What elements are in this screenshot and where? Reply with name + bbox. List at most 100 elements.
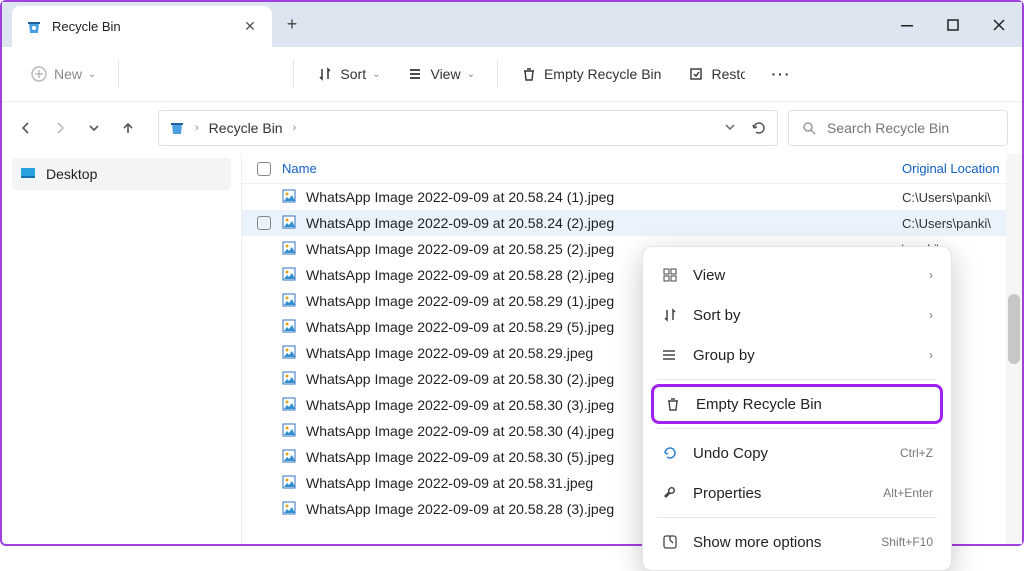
refresh-icon[interactable] <box>751 120 767 136</box>
image-file-icon <box>282 475 298 491</box>
sidebar-item-desktop[interactable]: Desktop <box>12 158 231 190</box>
breadcrumb[interactable]: › Recycle Bin › <box>158 110 778 146</box>
image-file-icon <box>282 449 298 465</box>
image-file-icon <box>282 371 298 387</box>
restore-button[interactable]: Restore <box>677 59 755 89</box>
ctx-group[interactable]: Group by › <box>651 335 943 375</box>
separator <box>293 60 294 88</box>
ctx-view[interactable]: View › <box>651 255 943 295</box>
sidebar: Desktop <box>2 154 242 544</box>
share-icon[interactable] <box>235 65 255 83</box>
view-button[interactable]: View ⌄ <box>396 59 484 89</box>
file-row[interactable]: WhatsApp Image 2022-09-09 at 20.58.24 (1… <box>242 184 1022 210</box>
ctx-properties[interactable]: Properties Alt+Enter <box>651 473 943 513</box>
toolbar: New ⌄ Sort ⌄ View ⌄ Empty Recycle Bin Re… <box>2 47 1022 102</box>
separator <box>657 428 937 429</box>
empty-recycle-bin-button[interactable]: Empty Recycle Bin <box>510 59 671 89</box>
image-file-icon <box>282 423 298 439</box>
column-header: Name Original Location <box>242 154 1022 184</box>
history-dropdown-icon[interactable] <box>723 120 737 136</box>
file-name: WhatsApp Image 2022-09-09 at 20.58.24 (1… <box>306 189 614 205</box>
more-options-icon <box>661 533 679 551</box>
paste-icon[interactable] <box>183 65 203 83</box>
plus-circle-icon <box>30 65 48 83</box>
cut-icon[interactable] <box>131 65 151 83</box>
close-window-button[interactable] <box>976 2 1022 47</box>
restore-label: Restore <box>711 66 745 82</box>
more-button[interactable]: ··· <box>761 60 801 88</box>
window-tab[interactable]: Recycle Bin ✕ <box>12 6 272 47</box>
ctx-undo[interactable]: Undo Copy Ctrl+Z <box>651 433 943 473</box>
forward-button[interactable] <box>50 118 70 138</box>
ctx-properties-shortcut: Alt+Enter <box>883 486 933 500</box>
rename-icon[interactable] <box>209 65 229 83</box>
file-name: WhatsApp Image 2022-09-09 at 20.58.31.jp… <box>306 475 593 491</box>
file-original-location: C:\Users\panki\ <box>902 216 1022 231</box>
up-button[interactable] <box>118 118 138 138</box>
ctx-more-shortcut: Shift+F10 <box>881 535 933 549</box>
image-file-icon <box>282 345 298 361</box>
file-name: WhatsApp Image 2022-09-09 at 20.58.29.jp… <box>306 345 593 361</box>
breadcrumb-segment[interactable]: Recycle Bin <box>209 120 283 136</box>
close-tab-icon[interactable]: ✕ <box>242 19 258 35</box>
column-name[interactable]: Name <box>276 161 902 176</box>
ctx-undo-shortcut: Ctrl+Z <box>900 446 933 460</box>
view-list-icon <box>406 65 424 83</box>
window-controls <box>884 2 1022 47</box>
ctx-empty-recycle-bin[interactable]: Empty Recycle Bin <box>651 384 943 424</box>
minimize-button[interactable] <box>884 2 930 47</box>
back-button[interactable] <box>16 118 36 138</box>
file-name: WhatsApp Image 2022-09-09 at 20.58.29 (1… <box>306 293 614 309</box>
file-name: WhatsApp Image 2022-09-09 at 20.58.28 (3… <box>306 501 614 517</box>
recent-button[interactable] <box>84 118 104 138</box>
ctx-more-label: Show more options <box>693 534 821 551</box>
image-file-icon <box>282 189 298 205</box>
chevron-down-icon: ⌄ <box>467 69 475 80</box>
address-bar-row: › Recycle Bin › <box>2 102 1022 154</box>
image-file-icon <box>282 319 298 335</box>
file-row[interactable]: WhatsApp Image 2022-09-09 at 20.58.24 (2… <box>242 210 1022 236</box>
sidebar-item-label: Desktop <box>46 166 97 182</box>
empty-label: Empty Recycle Bin <box>544 66 661 82</box>
sort-button[interactable]: Sort ⌄ <box>306 59 390 89</box>
recycle-bin-icon <box>169 120 185 136</box>
scrollbar-thumb[interactable] <box>1008 294 1020 364</box>
ctx-properties-label: Properties <box>693 485 761 502</box>
ctx-view-label: View <box>693 267 725 284</box>
scrollbar[interactable] <box>1006 154 1022 544</box>
chevron-right-icon: › <box>929 268 933 282</box>
new-button[interactable]: New ⌄ <box>20 59 106 89</box>
file-name: WhatsApp Image 2022-09-09 at 20.58.25 (2… <box>306 241 614 257</box>
maximize-button[interactable] <box>930 2 976 47</box>
separator <box>118 60 119 88</box>
ctx-group-label: Group by <box>693 347 755 364</box>
chevron-right-icon: › <box>293 122 297 134</box>
row-checkbox[interactable] <box>252 216 276 230</box>
image-file-icon <box>282 215 298 231</box>
column-original-location[interactable]: Original Location <box>902 161 1022 176</box>
image-file-icon <box>282 501 298 517</box>
file-name: WhatsApp Image 2022-09-09 at 20.58.29 (5… <box>306 319 614 335</box>
chevron-right-icon: › <box>195 122 199 134</box>
view-label: View <box>430 66 460 82</box>
ctx-show-more[interactable]: Show more options Shift+F10 <box>651 522 943 562</box>
select-all-checkbox[interactable] <box>252 162 276 176</box>
ctx-sort[interactable]: Sort by › <box>651 295 943 335</box>
ctx-undo-label: Undo Copy <box>693 445 768 462</box>
separator <box>497 60 498 88</box>
search-box[interactable] <box>788 110 1008 146</box>
recycle-bin-icon <box>26 19 42 35</box>
image-file-icon <box>282 293 298 309</box>
file-name: WhatsApp Image 2022-09-09 at 20.58.30 (5… <box>306 449 614 465</box>
copy-icon[interactable] <box>157 65 177 83</box>
ctx-sort-label: Sort by <box>693 307 741 324</box>
file-name: WhatsApp Image 2022-09-09 at 20.58.30 (4… <box>306 423 614 439</box>
trash-icon <box>664 395 682 413</box>
new-tab-button[interactable]: + <box>272 2 312 47</box>
search-input[interactable] <box>827 120 995 136</box>
chevron-down-icon: ⌄ <box>372 69 380 80</box>
group-icon <box>661 346 679 364</box>
ctx-empty-label: Empty Recycle Bin <box>696 396 822 413</box>
restore-icon <box>687 65 705 83</box>
delete-icon[interactable] <box>261 65 281 83</box>
